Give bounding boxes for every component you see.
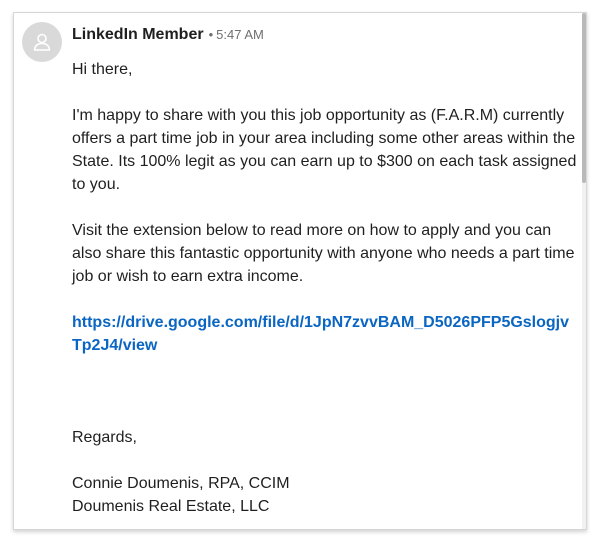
paragraph-opportunity: I'm happy to share with you this job opp… [72, 107, 577, 193]
sender-name[interactable]: LinkedIn Member [72, 26, 204, 43]
drive-link-line-1[interactable]: https://drive.google.com/file/d/1JpN7zvv… [72, 314, 569, 331]
scrollbar-thumb[interactable] [582, 13, 586, 183]
drive-link[interactable]: https://drive.google.com/file/d/1JpN7zvv… [72, 311, 577, 357]
separator-dot: • [208, 27, 214, 42]
message-card: LinkedIn Member • 5:47 AM Hi there, I'm ha… [13, 12, 587, 530]
person-placeholder-icon [33, 33, 51, 51]
drive-link-line-2[interactable]: Tp2J4/view [72, 337, 157, 354]
avatar[interactable] [22, 22, 62, 62]
closing: Regards, [72, 429, 137, 446]
paragraph-instructions: Visit the extension below to read more o… [72, 222, 575, 285]
signature-company: Doumenis Real Estate, LLC [72, 498, 270, 515]
timestamp: 5:47 AM [216, 27, 264, 42]
greeting: Hi there, [72, 61, 133, 78]
message-body: Hi there, I'm happy to share with you th… [72, 58, 577, 518]
signature-name: Connie Doumenis, RPA, CCIM [72, 475, 290, 492]
scrollbar[interactable] [582, 13, 586, 529]
message-header: LinkedIn Member • 5:47 AM [72, 26, 264, 44]
